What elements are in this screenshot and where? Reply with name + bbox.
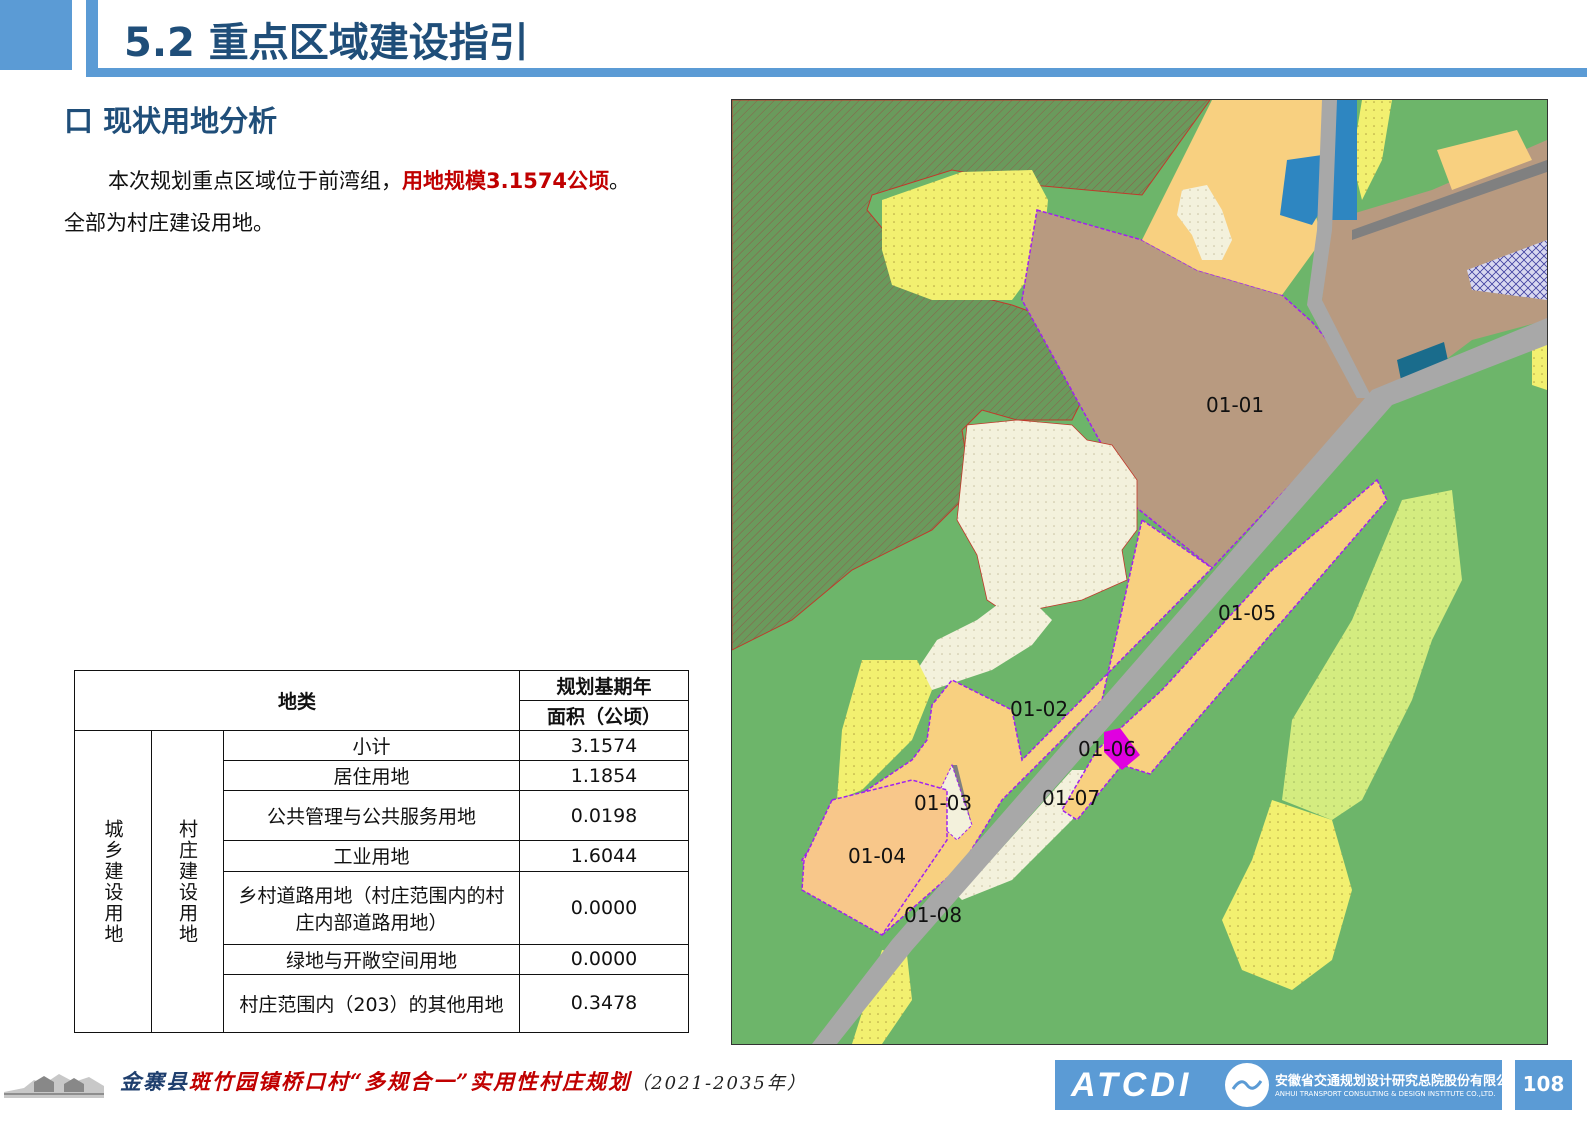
table-row-value: 3.1574 (519, 730, 690, 762)
plot-label: 01-02 (1010, 697, 1068, 721)
page-number: 108 (1515, 1060, 1572, 1110)
company-logo-text: ATCDI (1071, 1066, 1193, 1104)
table-row-value: 0.0000 (519, 943, 690, 975)
header-underline (86, 68, 1587, 77)
table-header-year: 规划基期年 (519, 669, 690, 702)
table-group-level2: 村庄建设用地 (151, 730, 224, 1033)
plot-label: 01-01 (1206, 393, 1264, 417)
plot-label: 01-03 (914, 791, 972, 815)
land-use-map-svg: 01-01 01-02 01-03 01-04 01-05 01-06 01-0… (732, 100, 1547, 1044)
village-sketch-logo (4, 1062, 104, 1102)
table-row-name: 绿地与开敞空间用地 (222, 943, 521, 975)
plot-label: 01-08 (904, 903, 962, 927)
table-row-name: 乡村道路用地（村庄范围内的村庄内部道路用地） (222, 870, 521, 945)
plot-label: 01-07 (1042, 786, 1100, 810)
table-row-value: 0.0000 (519, 870, 690, 945)
table-row-value: 1.6044 (519, 840, 690, 872)
company-logo-band: ATCDI 安徽省交通规划设计研究总院股份有限公司 ANHUI TRANSPOR… (1055, 1060, 1522, 1110)
land-use-table: 地类 规划基期年 面积（公顷） 城乡建设用地 村庄建设用地 小计 3.1574 … (73, 669, 690, 1034)
company-name-cn: 安徽省交通规划设计研究总院股份有限公司 (1275, 1074, 1523, 1089)
intro-text-before: 本次规划重点区域位于前湾组， (108, 169, 402, 193)
section-title: 口 现状用地分析 (64, 104, 278, 138)
page-title: 5.2 重点区域建设指引 (124, 20, 529, 66)
footer-title: 金寨县斑竹园镇桥口村“多规合一”实用性村庄规划（2021-2035年） (120, 1066, 807, 1096)
table-row-value: 0.0198 (519, 790, 690, 842)
table-header-category: 地类 (73, 669, 521, 732)
table-header-area: 面积（公顷） (519, 700, 690, 732)
table-row-name: 公共管理与公共服务用地 (222, 790, 521, 842)
footer-title-prefix: 金寨县 (120, 1069, 189, 1094)
table-group-level1: 城乡建设用地 (74, 730, 152, 1033)
footer-title-years: （2021-2035年） (631, 1073, 807, 1094)
land-use-map: 01-01 01-02 01-03 01-04 01-05 01-06 01-0… (731, 99, 1548, 1045)
plot-label: 01-06 (1078, 737, 1136, 761)
intro-emphasis: 用地规模3.1574公顷 (402, 169, 610, 193)
table-row-value: 1.1854 (519, 760, 690, 792)
header-accent-block (0, 0, 72, 70)
company-name-en: ANHUI TRANSPORT CONSULTING & DESIGN INST… (1275, 1090, 1496, 1098)
table-row-name: 工业用地 (222, 840, 521, 872)
table-row-value: 0.3478 (519, 973, 690, 1034)
table-row-name: 小计 (222, 730, 521, 762)
plot-label: 01-04 (848, 844, 906, 868)
header-accent-bar (86, 0, 98, 70)
plot-label: 01-05 (1218, 601, 1276, 625)
footer-title-red: 斑竹园镇桥口村“多规合一”实用性村庄规划 (189, 1069, 632, 1094)
table-row-name: 村庄范围内（203）的其他用地 (222, 973, 521, 1034)
company-logo-icon (1225, 1063, 1269, 1107)
intro-paragraph: 本次规划重点区域位于前湾组，用地规模3.1574公顷。全部为村庄建设用地。 (64, 160, 644, 244)
table-row-name: 居住用地 (222, 760, 521, 792)
